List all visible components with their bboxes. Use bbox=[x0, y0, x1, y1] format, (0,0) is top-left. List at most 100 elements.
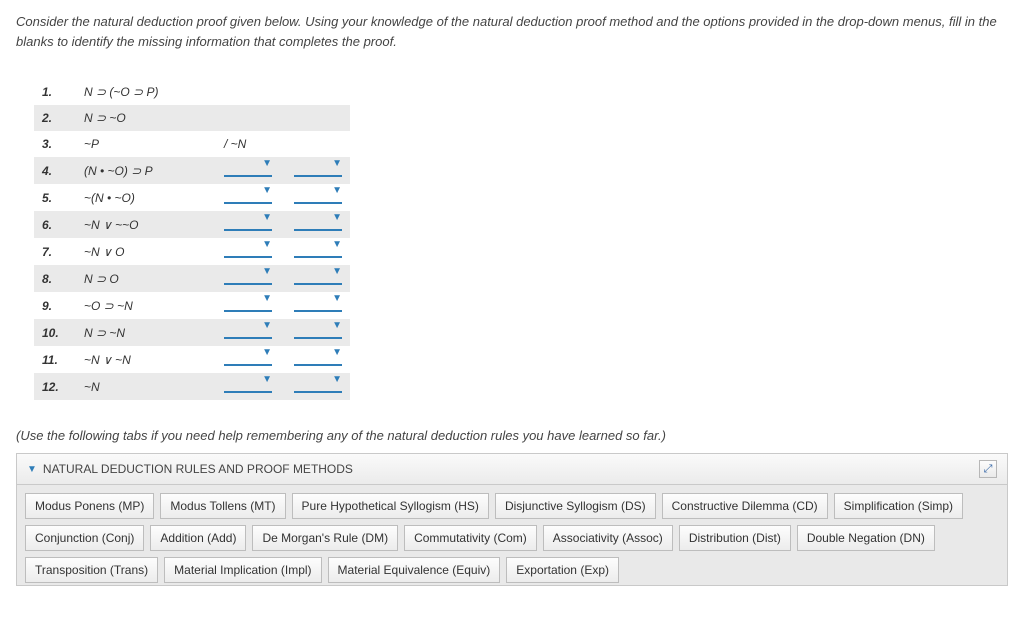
justification-line-dropdown[interactable] bbox=[224, 188, 272, 204]
row-number: 12. bbox=[34, 373, 76, 400]
row-conclusion bbox=[216, 79, 286, 105]
row-rule-cell bbox=[286, 131, 350, 157]
row-number: 4. bbox=[34, 157, 76, 184]
justification-rule-dropdown[interactable] bbox=[294, 242, 342, 258]
row-rule-cell bbox=[286, 292, 350, 319]
row-formula: N ⊃ ~O bbox=[76, 105, 216, 131]
row-number: 6. bbox=[34, 211, 76, 238]
row-conclusion bbox=[216, 105, 286, 131]
pin-button[interactable]: ⤢ bbox=[979, 460, 997, 478]
row-formula: ~N ∨ ~~O bbox=[76, 211, 216, 238]
rule-tab[interactable]: Disjunctive Syllogism (DS) bbox=[495, 493, 656, 519]
row-formula: ~O ⊃ ~N bbox=[76, 292, 216, 319]
justification-rule-dropdown[interactable] bbox=[294, 161, 342, 177]
row-formula: ~N ∨ ~N bbox=[76, 346, 216, 373]
rule-tab[interactable]: Commutativity (Com) bbox=[404, 525, 537, 551]
row-number: 2. bbox=[34, 105, 76, 131]
justification-rule-dropdown[interactable] bbox=[294, 323, 342, 339]
pin-icon: ⤢ bbox=[984, 463, 993, 476]
rule-tab[interactable]: Conjunction (Conj) bbox=[25, 525, 144, 551]
row-conclusion bbox=[216, 211, 286, 238]
row-number: 8. bbox=[34, 265, 76, 292]
row-conclusion bbox=[216, 265, 286, 292]
proof-table: 1.N ⊃ (~O ⊃ P)2.N ⊃ ~O3.~P/ ~N4.(N • ~O)… bbox=[34, 79, 350, 400]
justification-line-dropdown[interactable] bbox=[224, 296, 272, 312]
accordion-header[interactable]: ▼ NATURAL DEDUCTION RULES AND PROOF METH… bbox=[17, 454, 1007, 485]
row-rule-cell bbox=[286, 319, 350, 346]
hint-text: (Use the following tabs if you need help… bbox=[16, 428, 1008, 443]
justification-rule-dropdown[interactable] bbox=[294, 350, 342, 366]
proof-row: 4.(N • ~O) ⊃ P bbox=[34, 157, 350, 184]
justification-line-dropdown[interactable] bbox=[224, 161, 272, 177]
proof-row: 5.~(N • ~O) bbox=[34, 184, 350, 211]
row-conclusion bbox=[216, 319, 286, 346]
rules-accordion: ▼ NATURAL DEDUCTION RULES AND PROOF METH… bbox=[16, 453, 1008, 586]
justification-line-dropdown[interactable] bbox=[224, 350, 272, 366]
chevron-down-icon: ▼ bbox=[27, 464, 37, 475]
row-rule-cell bbox=[286, 346, 350, 373]
proof-row: 1.N ⊃ (~O ⊃ P) bbox=[34, 79, 350, 105]
row-conclusion bbox=[216, 373, 286, 400]
row-rule-cell bbox=[286, 373, 350, 400]
row-formula: N ⊃ (~O ⊃ P) bbox=[76, 79, 216, 105]
rule-tab[interactable]: Material Implication (Impl) bbox=[164, 557, 321, 583]
row-conclusion: / ~N bbox=[216, 131, 286, 157]
rule-tab[interactable]: Modus Tollens (MT) bbox=[160, 493, 285, 519]
row-rule-cell bbox=[286, 105, 350, 131]
row-formula: ~P bbox=[76, 131, 216, 157]
justification-line-dropdown[interactable] bbox=[224, 269, 272, 285]
row-number: 5. bbox=[34, 184, 76, 211]
row-number: 10. bbox=[34, 319, 76, 346]
justification-rule-dropdown[interactable] bbox=[294, 377, 342, 393]
instructions-text: Consider the natural deduction proof giv… bbox=[16, 12, 1008, 51]
justification-rule-dropdown[interactable] bbox=[294, 188, 342, 204]
row-number: 1. bbox=[34, 79, 76, 105]
justification-rule-dropdown[interactable] bbox=[294, 296, 342, 312]
proof-row: 6.~N ∨ ~~O bbox=[34, 211, 350, 238]
rule-tab[interactable]: Constructive Dilemma (CD) bbox=[662, 493, 828, 519]
rule-tab[interactable]: Addition (Add) bbox=[150, 525, 246, 551]
justification-line-dropdown[interactable] bbox=[224, 215, 272, 231]
row-conclusion bbox=[216, 346, 286, 373]
proof-row: 8.N ⊃ O bbox=[34, 265, 350, 292]
proof-row: 7.~N ∨ O bbox=[34, 238, 350, 265]
row-rule-cell bbox=[286, 211, 350, 238]
justification-line-dropdown[interactable] bbox=[224, 242, 272, 258]
rule-tab[interactable]: De Morgan's Rule (DM) bbox=[252, 525, 398, 551]
proof-row: 9.~O ⊃ ~N bbox=[34, 292, 350, 319]
row-conclusion bbox=[216, 184, 286, 211]
rule-tab[interactable]: Pure Hypothetical Syllogism (HS) bbox=[292, 493, 489, 519]
justification-rule-dropdown[interactable] bbox=[294, 215, 342, 231]
row-rule-cell bbox=[286, 238, 350, 265]
justification-line-dropdown[interactable] bbox=[224, 323, 272, 339]
row-number: 9. bbox=[34, 292, 76, 319]
rule-tab[interactable]: Material Equivalence (Equiv) bbox=[328, 557, 501, 583]
row-rule-cell bbox=[286, 184, 350, 211]
proof-row: 2.N ⊃ ~O bbox=[34, 105, 350, 131]
row-formula: ~N ∨ O bbox=[76, 238, 216, 265]
justification-rule-dropdown[interactable] bbox=[294, 269, 342, 285]
accordion-title: NATURAL DEDUCTION RULES AND PROOF METHOD… bbox=[43, 462, 353, 476]
rule-tab[interactable]: Distribution (Dist) bbox=[679, 525, 791, 551]
justification-line-dropdown[interactable] bbox=[224, 377, 272, 393]
row-conclusion bbox=[216, 157, 286, 184]
row-number: 7. bbox=[34, 238, 76, 265]
rule-tab[interactable]: Transposition (Trans) bbox=[25, 557, 158, 583]
row-formula: N ⊃ O bbox=[76, 265, 216, 292]
proof-row: 3.~P/ ~N bbox=[34, 131, 350, 157]
row-conclusion bbox=[216, 238, 286, 265]
row-conclusion bbox=[216, 292, 286, 319]
rule-tab[interactable]: Modus Ponens (MP) bbox=[25, 493, 154, 519]
proof-row: 10.N ⊃ ~N bbox=[34, 319, 350, 346]
rule-tab[interactable]: Simplification (Simp) bbox=[834, 493, 963, 519]
rule-tab[interactable]: Associativity (Assoc) bbox=[543, 525, 673, 551]
rule-tab[interactable]: Double Negation (DN) bbox=[797, 525, 935, 551]
row-formula: N ⊃ ~N bbox=[76, 319, 216, 346]
row-number: 3. bbox=[34, 131, 76, 157]
proof-row: 11.~N ∨ ~N bbox=[34, 346, 350, 373]
rule-tab[interactable]: Exportation (Exp) bbox=[506, 557, 619, 583]
row-rule-cell bbox=[286, 265, 350, 292]
row-number: 11. bbox=[34, 346, 76, 373]
row-formula: (N • ~O) ⊃ P bbox=[76, 157, 216, 184]
row-rule-cell bbox=[286, 157, 350, 184]
